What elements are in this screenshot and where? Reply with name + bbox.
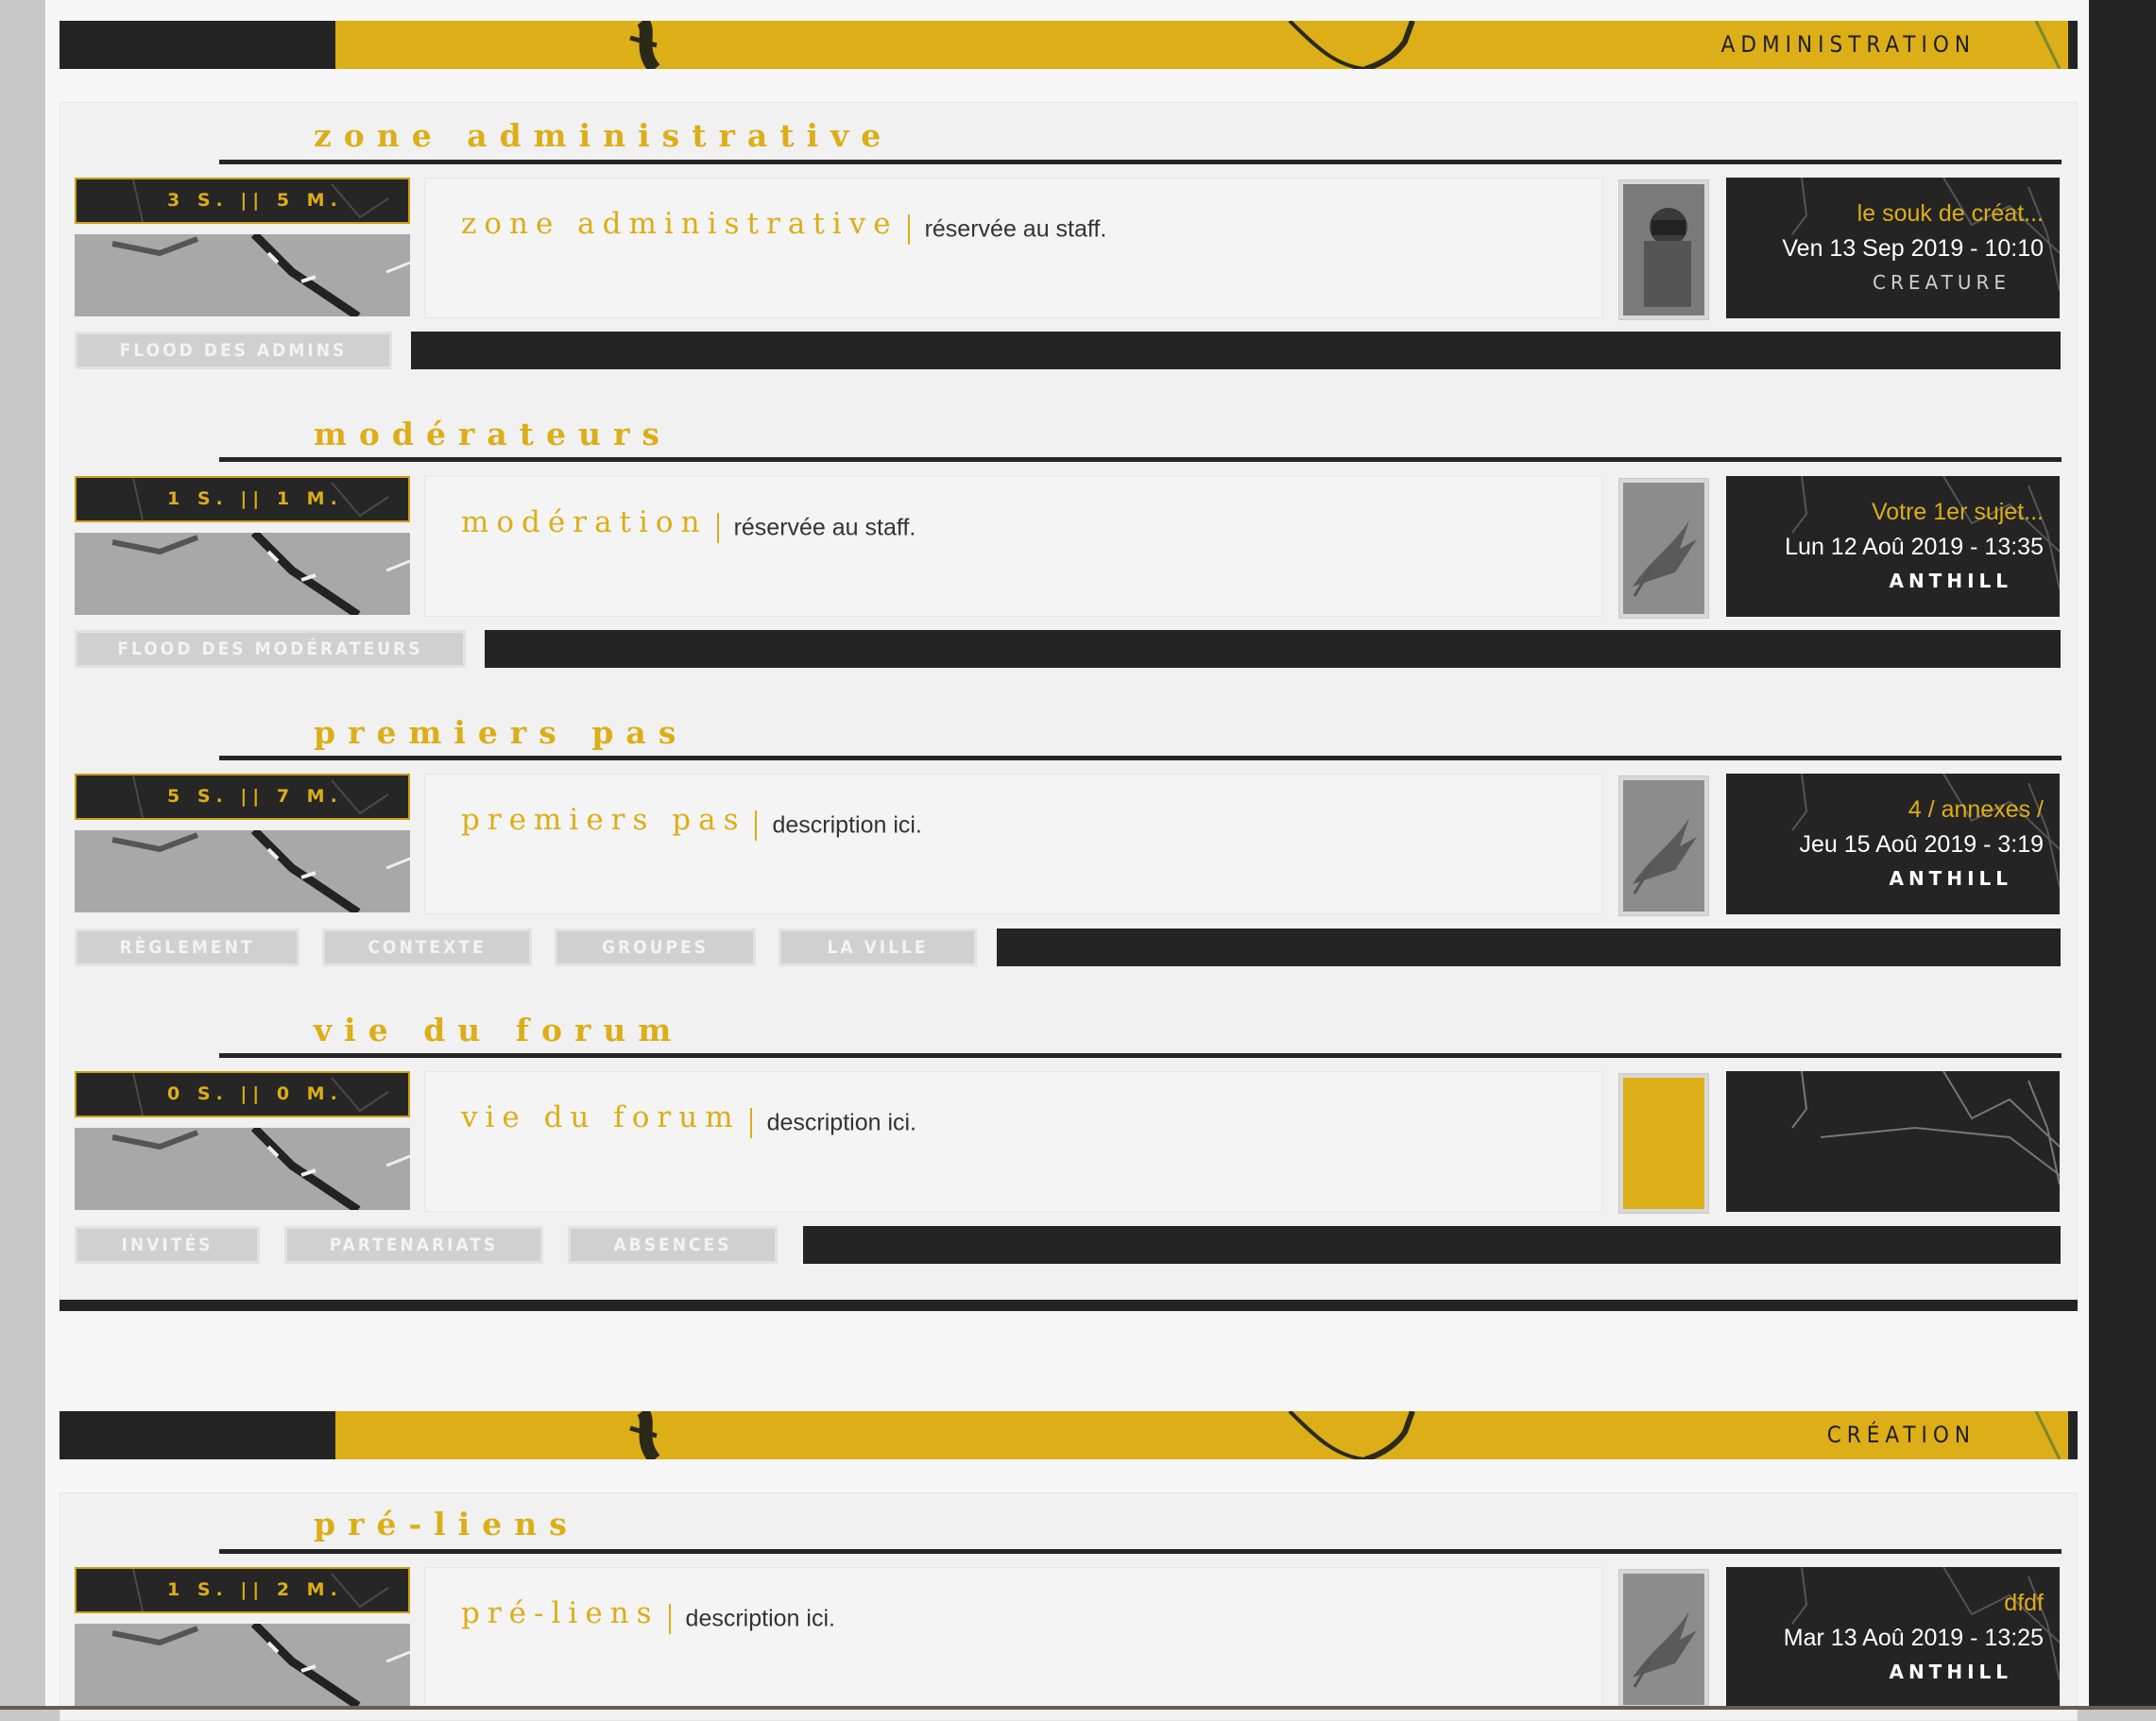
subforum-link-contexte[interactable]: CONTEXTE [322,929,532,966]
subforum-link-invites[interactable]: INVITÉS [75,1226,260,1264]
category-title: ADMINISTRATION [1720,31,1976,58]
stats-count: 0 S. || 0 M. [167,1083,343,1104]
last-post-title-link[interactable]: Votre 1er sujet... [1872,499,2044,526]
stats-count: 5 S. || 7 M. [167,786,343,807]
stats-badge: 5 S. || 7 M. [75,774,410,820]
forum-thumbnail-image[interactable] [75,533,410,615]
subforum-link-la-ville[interactable]: LA VILLE [779,929,977,966]
links-bar [411,332,2061,369]
section-divider [219,457,2062,462]
section-divider [219,1549,2062,1554]
last-post-title-link[interactable]: 4 / annexes / [1908,796,2044,824]
subforum-link-reglement[interactable]: RÈGLEMENT [75,929,299,966]
section-divider [219,756,2062,760]
last-poster-avatar[interactable] [1618,1569,1709,1710]
last-poster-avatar[interactable] [1618,775,1709,916]
category-header-administration[interactable]: ADMINISTRATION [60,21,2078,69]
forum-stats-box: 3 S. || 5 M. [75,178,410,316]
last-post-panel-empty [1726,1071,2060,1212]
section-heading: pré-liens [314,1506,579,1542]
section-divider [219,160,2062,164]
last-post-panel: Votre 1er sujet... Lun 12 Aoû 2019 - 13:… [1726,476,2060,617]
stats-badge: 1 S. || 1 M. [75,476,410,522]
stats-count: 3 S. || 5 M. [167,190,343,211]
forum-stats-box: 5 S. || 7 M. [75,774,410,912]
stats-badge: 0 S. || 0 M. [75,1071,410,1117]
forum-thumbnail-image[interactable] [75,830,410,912]
separator [755,809,758,841]
subforum-link-partenariats[interactable]: PARTENARIATS [284,1226,543,1264]
forum-description-box: modération réservée au staff. [424,476,1603,617]
last-post-title-link[interactable]: dfdf [2004,1590,2044,1617]
forum-thumbnail-image[interactable] [75,1624,410,1706]
forum-stats-box: 0 S. || 0 M. [75,1071,410,1210]
forum-description: réservée au staff. [924,215,1107,243]
stats-count: 1 S. || 2 M. [167,1579,343,1600]
section-heading: zone administrative [314,117,894,154]
forum-description-box: zone administrative réservée au staff. [424,178,1603,318]
window-bottom-edge [0,1706,2156,1710]
forum-thumbnail-image[interactable] [75,234,410,316]
category-footer-bar [60,1300,2078,1311]
last-post-title-link[interactable]: le souk de créat... [1857,200,2044,228]
last-post-date: Lun 12 Aoû 2019 - 13:35 [1785,534,2044,560]
forum-name-link[interactable]: premiers pas [461,803,745,837]
last-poster-avatar[interactable] [1618,179,1709,320]
forum-description: description ici. [766,1109,917,1136]
last-post-date: Ven 13 Sep 2019 - 10:10 [1782,235,2044,262]
forum-stats-box: 1 S. || 1 M. [75,476,410,615]
forum-description: description ici. [685,1605,835,1632]
header-endcap [2068,1411,2078,1459]
last-post-panel: dfdf Mar 13 Aoû 2019 - 13:25 ANTHILL [1726,1567,2060,1708]
last-post-panel: 4 / annexes / Jeu 15 Aoû 2019 - 3:19 ANT… [1726,774,2060,914]
forum-description-box: premiers pas description ici. [424,774,1603,914]
section-heading: vie du forum [314,1012,684,1048]
forum-description: description ici. [772,811,922,839]
forum-thumbnail-image[interactable] [75,1128,410,1210]
forum-name-link[interactable]: modération [461,505,708,539]
links-bar [485,630,2061,668]
section-divider [219,1053,2062,1058]
category-banner-image [335,1411,2078,1459]
last-post-author-link[interactable]: CREATURE [1873,271,2011,294]
separator [749,1107,752,1138]
subforum-link-absences[interactable]: ABSENCES [568,1226,778,1264]
subforum-link-groupes[interactable]: GROUPES [555,929,756,966]
forum-stats-box: 1 S. || 2 M. [75,1567,410,1706]
separator [668,1603,671,1634]
forum-name-link[interactable]: zone administrative [461,207,898,241]
separator [716,512,719,543]
last-post-author-link[interactable]: ANTHILL [1889,867,2012,890]
category-title: CRÉATION [1826,1422,1976,1448]
stats-badge: 3 S. || 5 M. [75,178,410,224]
right-sidebar-strip [2089,0,2156,1710]
links-bar [997,929,2061,966]
last-post-author-link[interactable]: ANTHILL [1889,1661,2012,1683]
subforum-link-flood-admins[interactable]: FLOOD DES ADMINS [75,332,392,369]
stats-badge: 1 S. || 2 M. [75,1567,410,1613]
last-post-panel: le souk de créat... Ven 13 Sep 2019 - 10… [1726,178,2060,318]
section-heading: modérateurs [314,416,672,452]
category-header-creation[interactable]: CRÉATION [60,1411,2078,1459]
separator [907,213,910,245]
forum-description: réservée au staff. [733,514,916,541]
forum-name-link[interactable]: vie du forum [461,1100,741,1134]
forum-name-link[interactable]: pré-liens [461,1596,659,1630]
last-post-date: Mar 13 Aoû 2019 - 13:25 [1783,1625,2044,1651]
last-post-date: Jeu 15 Aoû 2019 - 3:19 [1799,831,2044,858]
forum-description-box: pré-liens description ici. [424,1567,1603,1708]
stats-count: 1 S. || 1 M. [167,488,343,509]
last-post-author-link[interactable]: ANTHILL [1889,570,2012,592]
empty-avatar-placeholder [1618,1073,1709,1214]
subforum-link-flood-moderateurs[interactable]: FLOOD DES MODÉRATEURS [75,630,466,668]
last-poster-avatar[interactable] [1618,478,1709,619]
links-bar [803,1226,2061,1264]
section-heading: premiers pas [314,714,689,751]
header-endcap [2068,21,2078,69]
forum-description-box: vie du forum description ici. [424,1071,1603,1212]
